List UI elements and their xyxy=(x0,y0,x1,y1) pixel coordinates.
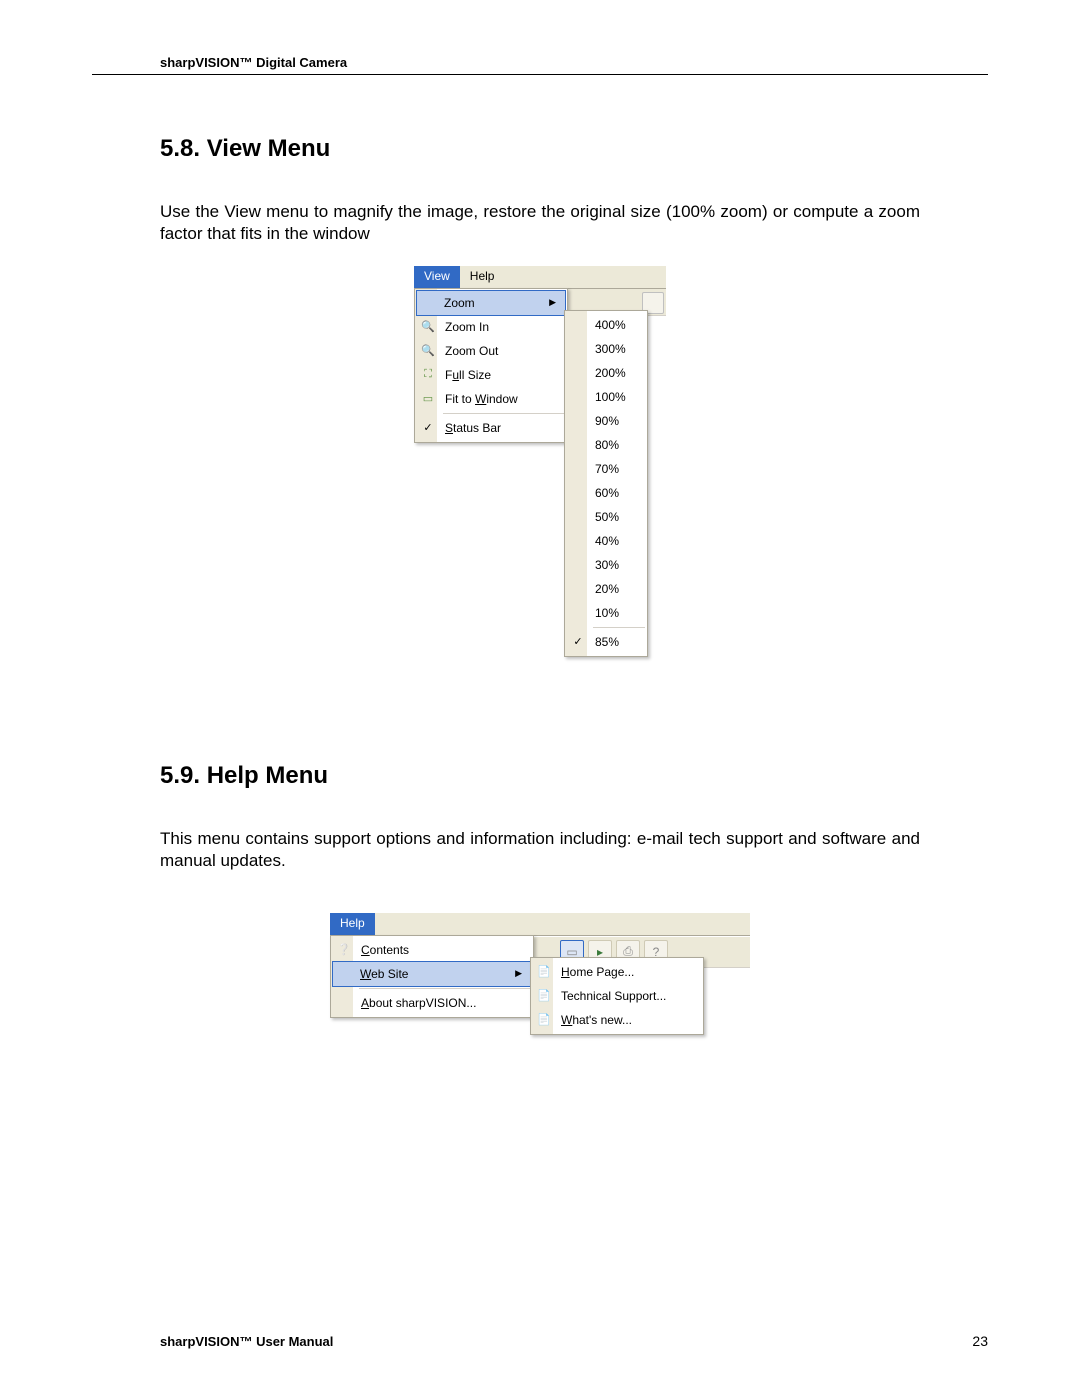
zoom-label: 80% xyxy=(595,438,619,452)
menu-item-full-size[interactable]: ⛶ Full Size xyxy=(417,363,565,387)
check-icon: ✓ xyxy=(420,420,436,436)
menu-item-web-site[interactable]: Web Site ▶ xyxy=(332,961,532,987)
help-menu-screenshot: Help ▭ ▸ ⎙ ? ❔ Contents Web Site ▶ xyxy=(330,913,750,1063)
zoom-option-current[interactable]: ✓ 85% xyxy=(567,630,645,654)
section-text-view: Use the View menu to magnify the image, … xyxy=(160,201,920,246)
zoom-option[interactable]: 50% xyxy=(567,505,645,529)
zoom-option[interactable]: 30% xyxy=(567,553,645,577)
view-menu-screenshot: View Help Zoom ▶ 🔍 Zoom In 🔍 xyxy=(414,266,666,692)
zoom-out-icon: 🔍 xyxy=(420,343,436,359)
page-header: sharpVISION™ Digital Camera xyxy=(92,55,988,75)
web-page-icon: 📄 xyxy=(536,988,552,1004)
zoom-label: 90% xyxy=(595,414,619,428)
menu-label: Full Size xyxy=(445,368,491,382)
menu-label: Contents xyxy=(361,943,409,957)
menu-item-contents[interactable]: ❔ Contents xyxy=(333,938,531,962)
page-footer: sharpVISION™ User Manual 23 xyxy=(92,1333,988,1349)
zoom-option[interactable]: 200% xyxy=(567,361,645,385)
web-site-submenu: 📄 Home Page... 📄 Technical Support... 📄 … xyxy=(530,957,704,1035)
menu-label: Fit to Window xyxy=(445,392,518,406)
menu-label: About sharpVISION... xyxy=(361,996,476,1010)
menu-separator xyxy=(593,627,645,628)
zoom-option[interactable]: 100% xyxy=(567,385,645,409)
menu-item-home-page[interactable]: 📄 Home Page... xyxy=(533,960,701,984)
menu-item-zoom-in[interactable]: 🔍 Zoom In xyxy=(417,315,565,339)
zoom-label: 60% xyxy=(595,486,619,500)
menu-item-about[interactable]: About sharpVISION... xyxy=(333,991,531,1015)
submenu-arrow-icon: ▶ xyxy=(549,297,556,308)
zoom-option[interactable]: 90% xyxy=(567,409,645,433)
menu-item-zoom[interactable]: Zoom ▶ xyxy=(416,290,566,316)
zoom-label: 50% xyxy=(595,510,619,524)
zoom-option[interactable]: 60% xyxy=(567,481,645,505)
zoom-in-icon: 🔍 xyxy=(420,319,436,335)
section-heading-view: 5.8. View Menu xyxy=(160,135,988,163)
zoom-label: 100% xyxy=(595,390,626,404)
menu-item-tech-support[interactable]: 📄 Technical Support... xyxy=(533,984,701,1008)
page-number: 23 xyxy=(972,1333,988,1349)
help-icon: ❔ xyxy=(336,942,352,958)
view-dropdown: Zoom ▶ 🔍 Zoom In 🔍 Zoom Out ⛶ Full Size … xyxy=(414,288,568,443)
menu-item-status-bar[interactable]: ✓ Status Bar xyxy=(417,416,565,440)
zoom-label: 30% xyxy=(595,558,619,572)
footer-title: sharpVISION™ User Manual xyxy=(92,1334,333,1349)
menu-label: Zoom Out xyxy=(445,344,498,358)
menubar-help[interactable]: Help xyxy=(460,266,505,288)
menubar: Help xyxy=(330,913,750,936)
zoom-option[interactable]: 80% xyxy=(567,433,645,457)
menu-label: Web Site xyxy=(360,967,408,981)
menu-separator xyxy=(359,988,531,989)
zoom-label: 20% xyxy=(595,582,619,596)
help-dropdown: ❔ Contents Web Site ▶ About sharpVISION.… xyxy=(330,935,534,1018)
menu-item-zoom-out[interactable]: 🔍 Zoom Out xyxy=(417,339,565,363)
zoom-label: 300% xyxy=(595,342,626,356)
menubar-help[interactable]: Help xyxy=(330,913,375,935)
zoom-option[interactable]: 400% xyxy=(567,313,645,337)
zoom-option[interactable]: 70% xyxy=(567,457,645,481)
submenu-arrow-icon: ▶ xyxy=(515,968,522,979)
section-heading-help: 5.9. Help Menu xyxy=(160,762,988,790)
zoom-label: 70% xyxy=(595,462,619,476)
zoom-label: 400% xyxy=(595,318,626,332)
web-page-icon: 📄 xyxy=(536,1012,552,1028)
check-icon: ✓ xyxy=(570,634,586,650)
menu-separator xyxy=(443,413,565,414)
zoom-label: 200% xyxy=(595,366,626,380)
web-page-icon: 📄 xyxy=(536,964,552,980)
menu-label: Zoom In xyxy=(445,320,489,334)
section-text-help: This menu contains support options and i… xyxy=(160,828,920,873)
zoom-label: 40% xyxy=(595,534,619,548)
menu-item-whats-new[interactable]: 📄 What's new... xyxy=(533,1008,701,1032)
menu-label: Technical Support... xyxy=(561,989,666,1003)
zoom-option[interactable]: 20% xyxy=(567,577,645,601)
menu-label: What's new... xyxy=(561,1013,632,1027)
menubar: View Help xyxy=(414,266,666,289)
menubar-view[interactable]: View xyxy=(414,266,460,288)
menu-label: Zoom xyxy=(444,296,475,310)
fit-window-icon: ▭ xyxy=(420,391,436,407)
zoom-option[interactable]: 40% xyxy=(567,529,645,553)
zoom-option[interactable]: 10% xyxy=(567,601,645,625)
menu-label: Home Page... xyxy=(561,965,634,979)
menu-item-fit-window[interactable]: ▭ Fit to Window xyxy=(417,387,565,411)
zoom-submenu: 400% 300% 200% 100% 90% 80% 70% 60% 50% … xyxy=(564,310,648,657)
full-size-icon: ⛶ xyxy=(420,367,436,383)
header-title: sharpVISION™ Digital Camera xyxy=(92,55,988,70)
zoom-label: 85% xyxy=(595,635,619,649)
zoom-option[interactable]: 300% xyxy=(567,337,645,361)
zoom-label: 10% xyxy=(595,606,619,620)
menu-label: Status Bar xyxy=(445,421,501,435)
